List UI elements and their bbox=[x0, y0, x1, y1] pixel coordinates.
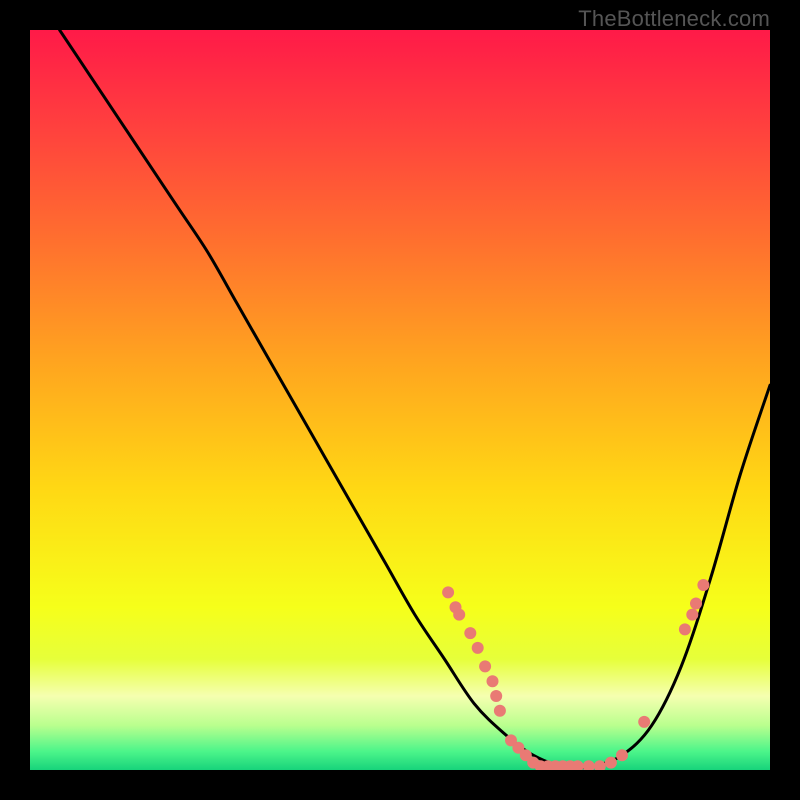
highlight-point bbox=[686, 609, 698, 621]
highlight-point bbox=[494, 705, 506, 717]
highlight-point bbox=[464, 627, 476, 639]
highlight-point bbox=[697, 579, 709, 591]
highlight-point bbox=[583, 760, 595, 770]
curve-layer bbox=[30, 30, 770, 770]
plot-area bbox=[30, 30, 770, 770]
highlight-point bbox=[472, 642, 484, 654]
highlight-point bbox=[605, 757, 617, 769]
highlight-point bbox=[479, 660, 491, 672]
highlight-markers bbox=[442, 579, 709, 770]
highlight-point bbox=[679, 623, 691, 635]
highlight-point bbox=[487, 675, 499, 687]
highlight-point bbox=[690, 598, 702, 610]
highlight-point bbox=[616, 749, 628, 761]
bottleneck-curve bbox=[60, 30, 770, 768]
highlight-point bbox=[594, 760, 606, 770]
highlight-point bbox=[453, 609, 465, 621]
highlight-point bbox=[638, 716, 650, 728]
watermark-text: TheBottleneck.com bbox=[578, 6, 770, 32]
highlight-point bbox=[490, 690, 502, 702]
chart-container: TheBottleneck.com bbox=[0, 0, 800, 800]
highlight-point bbox=[442, 586, 454, 598]
